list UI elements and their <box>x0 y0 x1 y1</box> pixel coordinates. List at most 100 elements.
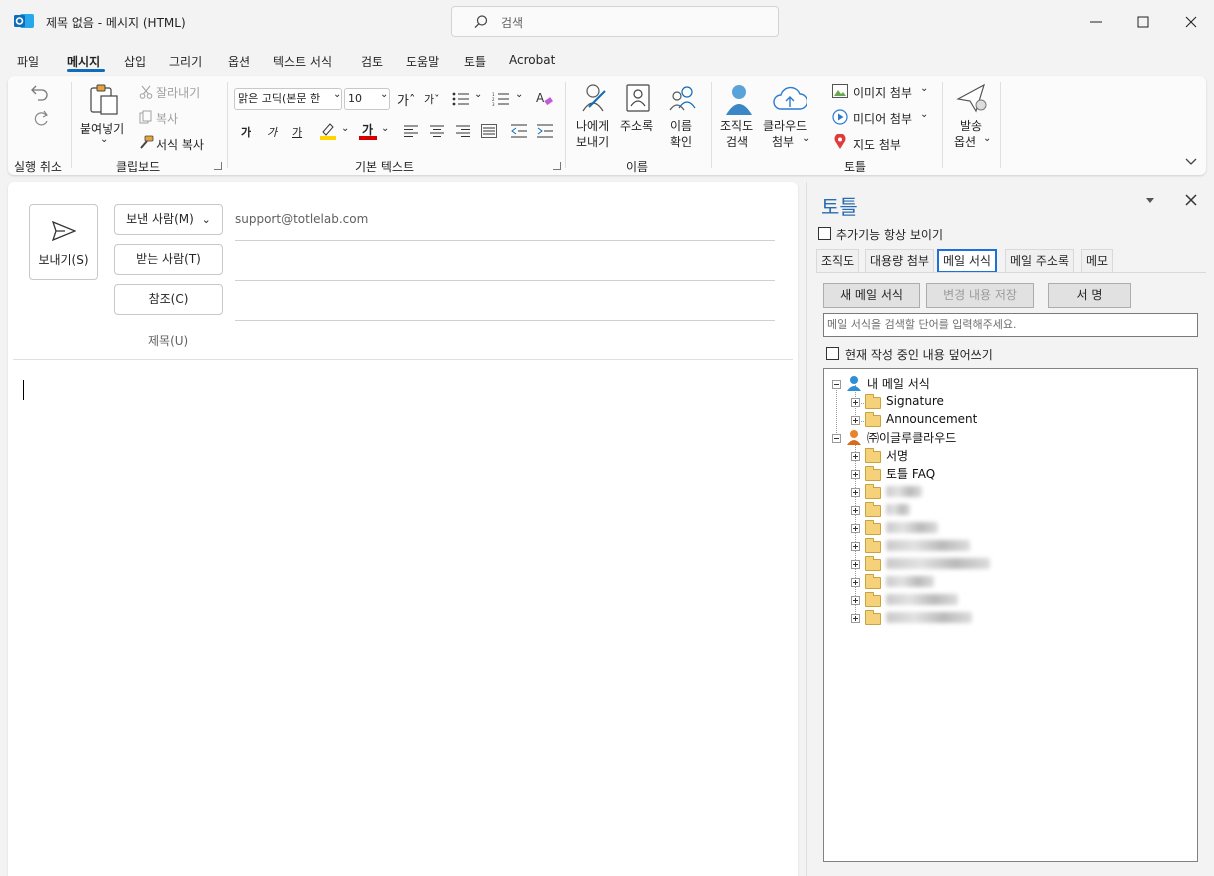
expand-toggle[interactable] <box>851 614 860 623</box>
message-body[interactable] <box>13 362 793 872</box>
send-to-me-button[interactable]: 나에게 보내기 <box>571 81 619 153</box>
expand-toggle[interactable] <box>851 578 860 587</box>
media-attach-button[interactable]: 미디어 첨부 <box>853 110 912 127</box>
close-icon[interactable] <box>1181 12 1201 32</box>
expand-toggle[interactable] <box>851 524 860 533</box>
always-show-checkbox[interactable] <box>818 227 831 240</box>
font-color-button[interactable]: 가 <box>359 121 377 141</box>
numbering-icon[interactable]: 123 <box>492 92 510 106</box>
expand-toggle[interactable] <box>851 452 860 461</box>
increase-indent-icon[interactable] <box>537 124 553 138</box>
to-field[interactable] <box>235 244 775 278</box>
paste-button[interactable]: 붙여넣기 ⌄ <box>78 82 128 152</box>
cut-button[interactable]: 잘라내기 <box>156 84 200 101</box>
menu-tab-review[interactable]: 검토 <box>361 53 383 70</box>
menu-tab-help[interactable]: 도움말 <box>406 53 439 70</box>
expand-toggle[interactable] <box>851 596 860 605</box>
cloud-attach-button[interactable]: 클라우드 첨부 ⌄ <box>762 81 816 153</box>
clipboard-dialog-launcher[interactable] <box>214 162 222 170</box>
tree-item-signature[interactable]: Signature <box>886 394 944 408</box>
redacted-folder-name[interactable] <box>886 522 938 533</box>
shrink-font-icon[interactable]: 가ˇ <box>424 91 440 107</box>
expand-toggle[interactable] <box>851 506 860 515</box>
tab-memo[interactable]: 메모 <box>1081 249 1114 273</box>
map-attach-button[interactable]: 지도 첨부 <box>853 136 901 153</box>
redacted-folder-name[interactable] <box>886 504 910 515</box>
justify-icon[interactable] <box>481 124 497 138</box>
menu-tab-draw[interactable]: 그리기 <box>169 53 202 70</box>
expand-toggle[interactable] <box>851 470 860 479</box>
tab-org-chart[interactable]: 조직도 <box>816 249 860 273</box>
redacted-folder-name[interactable] <box>886 540 970 551</box>
expand-toggle[interactable] <box>851 488 860 497</box>
redacted-folder-name[interactable] <box>886 594 958 605</box>
undo-icon[interactable] <box>30 83 50 101</box>
expand-toggle[interactable] <box>851 560 860 569</box>
send-button[interactable]: 보내기(S) <box>29 204 98 280</box>
cc-button[interactable]: 참조(C) <box>114 284 223 315</box>
grow-font-icon[interactable]: 가ˆ <box>397 90 415 109</box>
cc-field[interactable] <box>235 284 775 318</box>
save-changes-button[interactable]: 변경 내용 저장 <box>926 283 1034 308</box>
expand-toggle[interactable] <box>851 542 860 551</box>
ribbon-collapse-icon[interactable] <box>1185 158 1197 166</box>
format-painter-button[interactable]: 서식 복사 <box>156 136 204 153</box>
align-right-icon[interactable] <box>456 125 470 137</box>
search-box[interactable]: 검색 <box>451 6 779 37</box>
font-name-select[interactable]: 맑은 고딕(본문 한 <box>234 88 342 110</box>
align-left-icon[interactable] <box>404 125 418 137</box>
maximize-icon[interactable] <box>1133 12 1153 32</box>
redacted-folder-name[interactable] <box>886 558 990 569</box>
menu-tab-options[interactable]: 옵션 <box>228 53 250 70</box>
new-template-button[interactable]: 새 메일 서식 <box>823 283 920 308</box>
address-book-button[interactable]: 주소록 <box>619 81 659 153</box>
collapse-toggle[interactable] <box>832 380 841 389</box>
tree-item-sign[interactable]: 서명 <box>886 447 908 464</box>
copy-button[interactable]: 복사 <box>156 110 178 127</box>
clear-formatting-icon[interactable]: A <box>536 90 554 108</box>
subject-field[interactable] <box>235 324 775 354</box>
bullets-icon[interactable] <box>452 92 470 106</box>
menu-tab-message[interactable]: 메시지 <box>67 53 100 70</box>
collapse-toggle[interactable] <box>832 434 841 443</box>
menu-tab-acrobat[interactable]: Acrobat <box>509 53 555 67</box>
italic-button[interactable]: 가 <box>267 124 277 140</box>
tab-mail-address-book[interactable]: 메일 주소록 <box>1005 249 1075 273</box>
send-options-button[interactable]: 발송 옵션 ⌄ <box>951 81 995 153</box>
decrease-indent-icon[interactable] <box>511 124 527 138</box>
redacted-folder-name[interactable] <box>886 612 972 623</box>
tree-item-my-templates[interactable]: 내 메일 서식 <box>867 375 930 392</box>
expand-toggle[interactable] <box>851 398 860 407</box>
menu-tab-insert[interactable]: 삽입 <box>124 53 146 70</box>
minimize-icon[interactable] <box>1086 12 1106 32</box>
tree-item-announcement[interactable]: Announcement <box>886 412 977 426</box>
overwrite-checkbox[interactable] <box>826 347 839 360</box>
send-to-me-icon <box>582 84 606 112</box>
redo-icon[interactable] <box>30 109 50 127</box>
menu-tab-file[interactable]: 파일 <box>17 53 39 70</box>
check-names-button[interactable]: 이름 확인 <box>664 81 704 153</box>
align-center-icon[interactable] <box>430 125 444 137</box>
pane-close-icon[interactable] <box>1185 194 1197 206</box>
signature-button[interactable]: 서 명 <box>1048 283 1131 308</box>
tab-large-attachment[interactable]: 대용량 첨부 <box>865 249 935 273</box>
tab-mail-templates[interactable]: 메일 서식 <box>937 249 997 273</box>
from-button[interactable]: 보낸 사람(M) ⌄ <box>114 204 223 235</box>
tree-item-totle-faq[interactable]: 토틀 FAQ <box>886 465 935 482</box>
pane-menu-chevron-icon[interactable] <box>1145 197 1155 205</box>
basic-text-dialog-launcher[interactable] <box>553 162 561 170</box>
highlight-icon[interactable] <box>319 122 337 140</box>
template-search-input[interactable]: 메일 서식을 검색할 단어를 입력해주세요. <box>823 313 1198 337</box>
redacted-folder-name[interactable] <box>886 486 922 497</box>
menu-tab-totle[interactable]: 토틀 <box>464 53 486 70</box>
org-chart-search-button[interactable]: 조직도 검색 <box>719 81 759 153</box>
bold-button[interactable]: 가 <box>241 124 251 140</box>
redacted-folder-name[interactable] <box>886 576 934 587</box>
underline-button[interactable]: 가 <box>292 124 302 140</box>
image-attach-button[interactable]: 이미지 첨부 <box>853 84 912 101</box>
to-button[interactable]: 받는 사람(T) <box>114 244 223 275</box>
expand-toggle[interactable] <box>851 416 860 425</box>
menu-tab-format-text[interactable]: 텍스트 서식 <box>273 53 332 70</box>
template-tree[interactable]: 내 메일 서식 Signature Announcement ㈜이글루클라우드 … <box>823 368 1198 862</box>
tree-item-company[interactable]: ㈜이글루클라우드 <box>867 429 956 446</box>
